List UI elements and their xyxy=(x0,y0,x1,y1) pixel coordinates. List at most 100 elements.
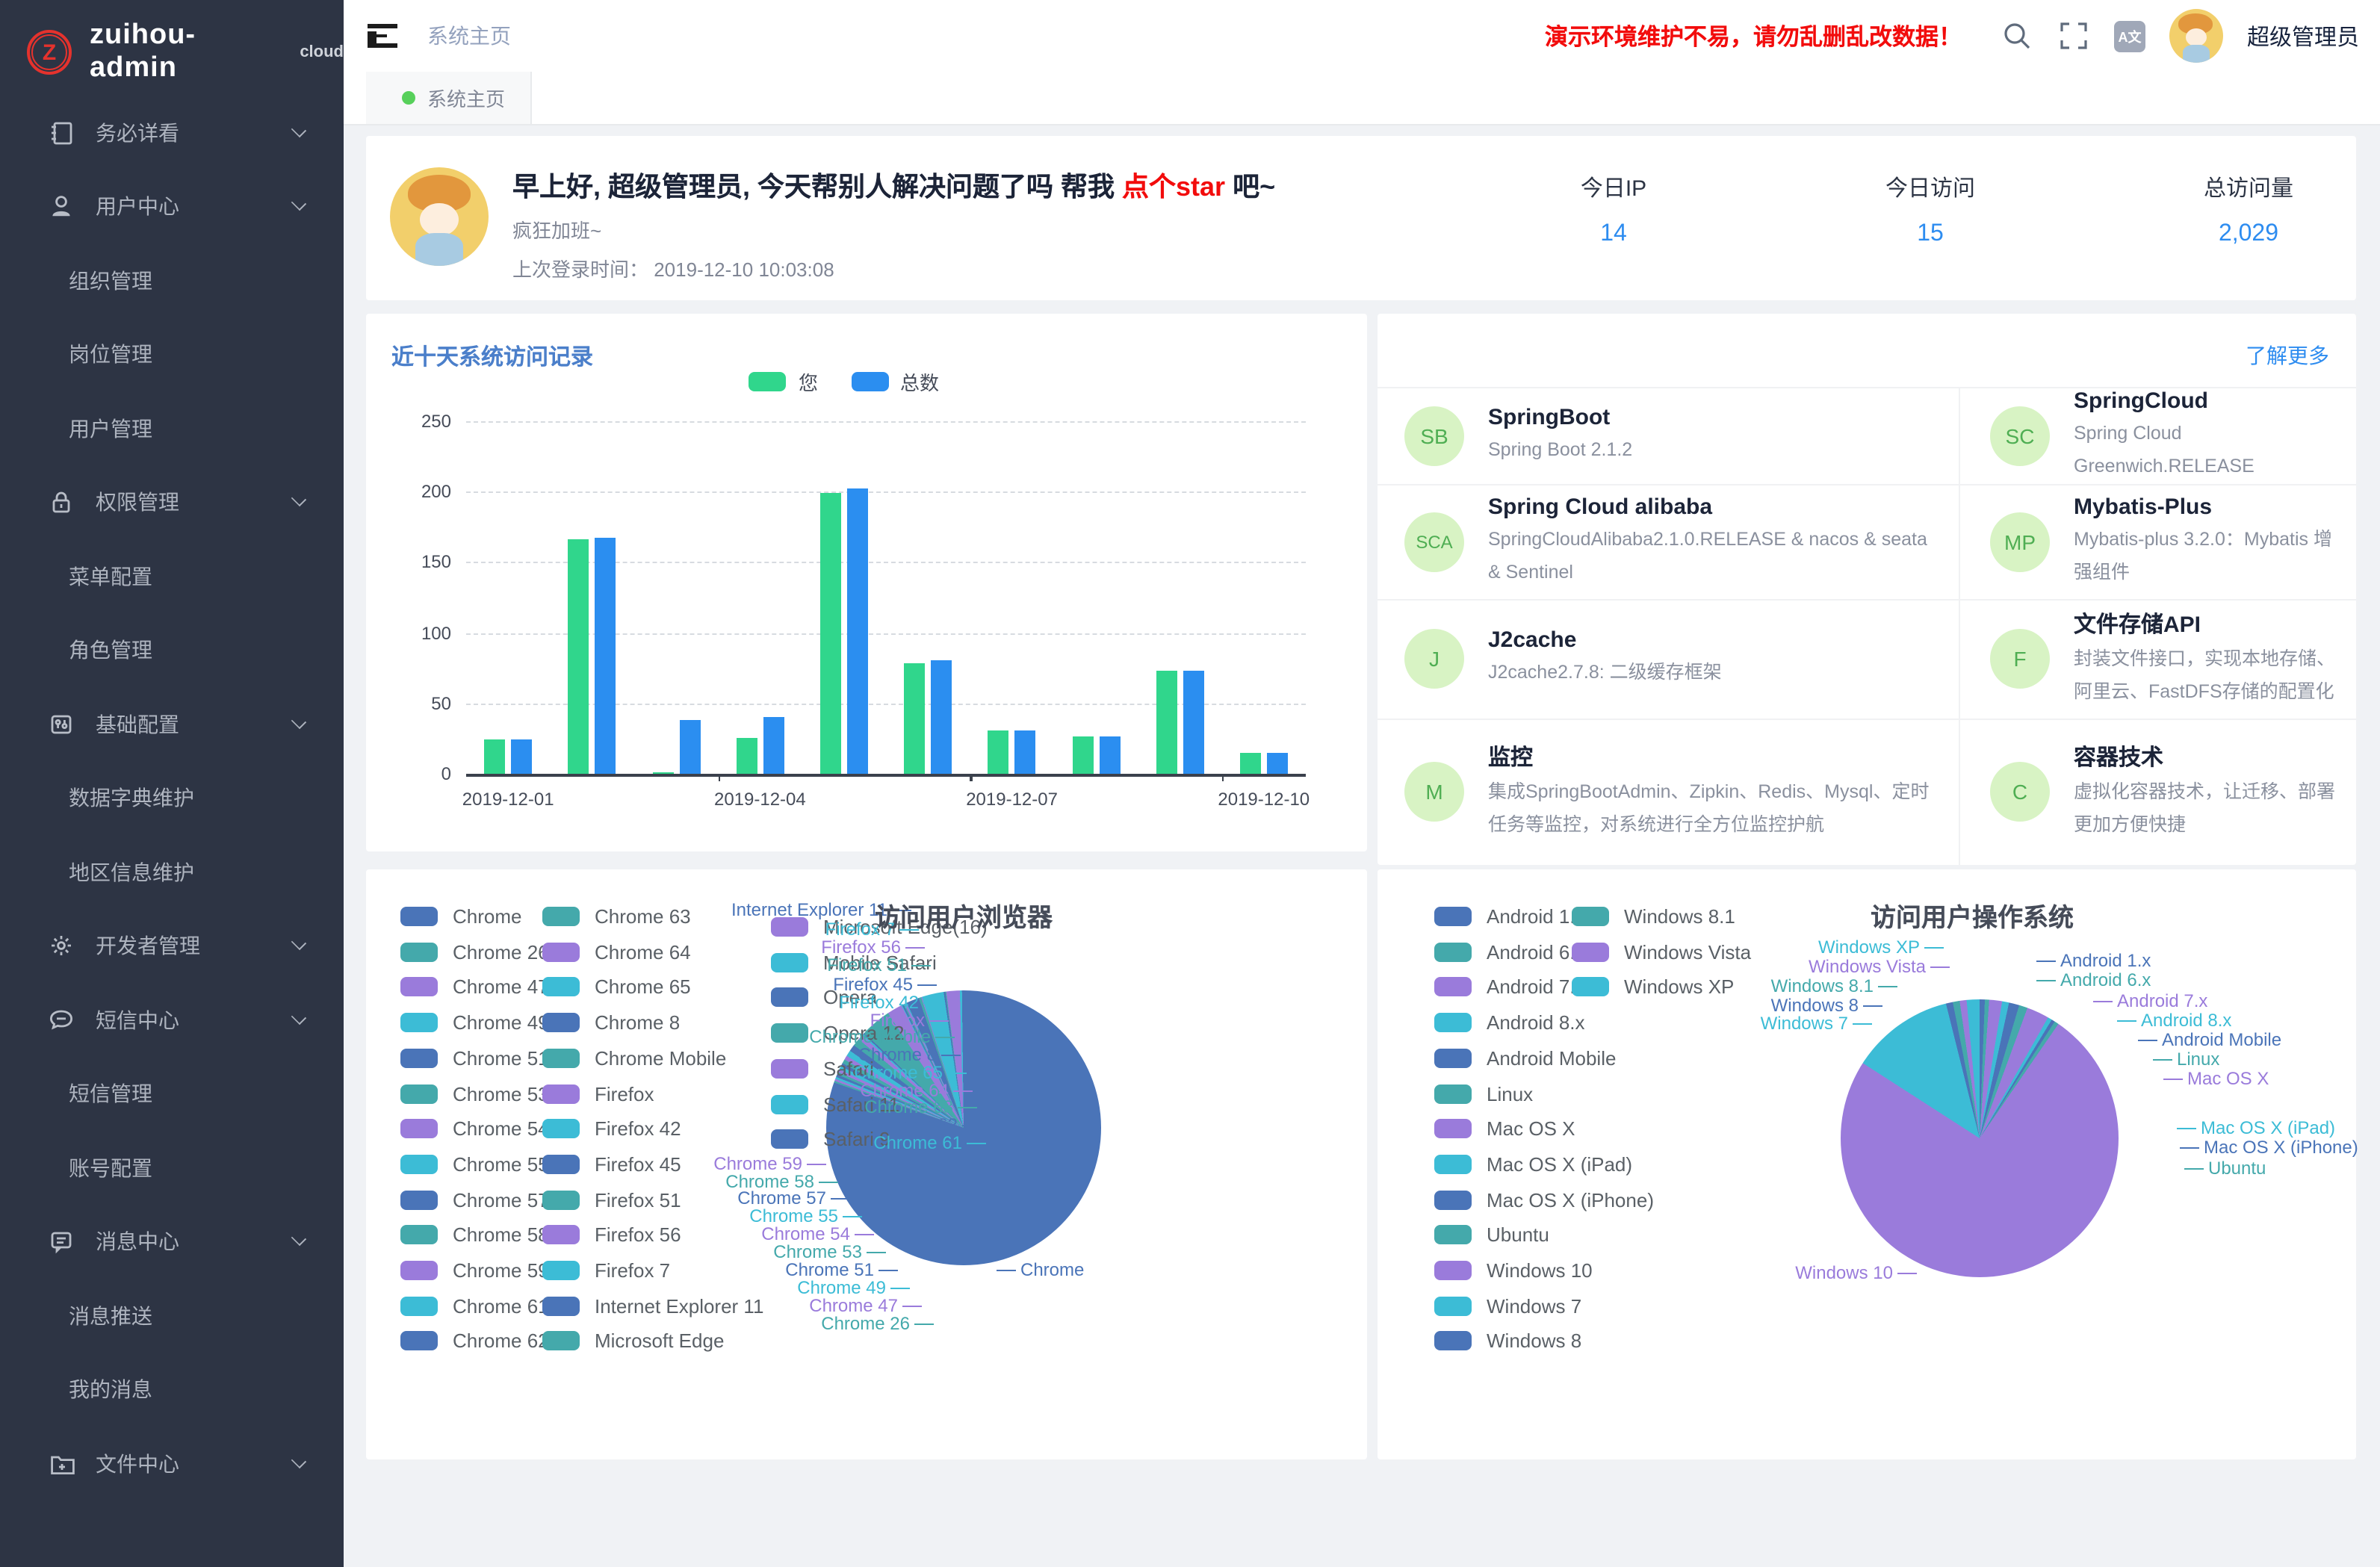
pie-legend-Chrome 26[interactable]: Chrome 26 xyxy=(400,940,549,963)
x-axis-tick-label: 2019-12-01 xyxy=(441,789,575,810)
pie-legend-Firefox 56[interactable]: Firefox 56 xyxy=(542,1224,681,1247)
pie-legend-Windows Vista[interactable]: Windows Vista xyxy=(1572,940,1751,963)
tech-link-abbr: SCA xyxy=(1404,512,1464,572)
sidebar-item-9[interactable]: 数据字典维护 xyxy=(0,761,344,835)
user-avatar[interactable] xyxy=(2169,9,2223,63)
sidebar-item-14[interactable]: 账号配置 xyxy=(0,1131,344,1205)
tech-link-5[interactable]: F文件存储API封装文件接口，实现本地存储、阿里云、FastDFS存储的配置化 xyxy=(1959,599,2356,718)
pie-legend-Linux[interactable]: Linux xyxy=(1434,1082,1533,1105)
tech-link-3[interactable]: MPMybatis-PlusMybatis-plus 3.2.0：Mybatis… xyxy=(1959,483,2356,599)
tech-link-texts: SpringBootSpring Boot 2.1.2 xyxy=(1488,405,1653,468)
pie-legend-Chrome Mobile[interactable]: Chrome Mobile xyxy=(542,1047,726,1070)
stat-0: 今日IP14 xyxy=(1494,136,1733,248)
learn-more-link[interactable]: 了解更多 xyxy=(2246,341,2329,370)
folder-icon xyxy=(48,1450,75,1477)
pie-legend-Chrome 51[interactable]: Chrome 51 xyxy=(400,1047,549,1070)
pie-legend-Firefox 42[interactable]: Firefox 42 xyxy=(542,1117,681,1140)
pie-legend-Android Mobile[interactable]: Android Mobile xyxy=(1434,1047,1616,1070)
pie-legend-Internet Explorer 11[interactable]: Internet Explorer 11 xyxy=(542,1294,763,1317)
pie-legend-Chrome 59[interactable]: Chrome 59 xyxy=(400,1259,549,1282)
pie-legend-Microsoft Edge[interactable]: Microsoft Edge xyxy=(542,1330,724,1353)
pie-legend-Chrome 8[interactable]: Chrome 8 xyxy=(542,1011,680,1034)
logo[interactable]: Z zuihou-admin cloud xyxy=(0,0,344,84)
pie-legend-Windows 8.1[interactable]: Windows 8.1 xyxy=(1572,905,1735,928)
pie-legend-Chrome 63[interactable]: Chrome 63 xyxy=(542,905,691,928)
pie-label-Linux: Linux xyxy=(2148,1049,2219,1070)
pie-legend-Android 8.x[interactable]: Android 8.x xyxy=(1434,1011,1585,1034)
sidebar-item-3[interactable]: 岗位管理 xyxy=(0,317,344,391)
pie-legend-Android 6.x[interactable]: Android 6.x xyxy=(1434,940,1585,963)
pie-legend-Firefox 51[interactable]: Firefox 51 xyxy=(542,1188,681,1211)
sidebar-item-6[interactable]: 菜单配置 xyxy=(0,539,344,613)
star-link[interactable]: 点个star xyxy=(1122,172,1225,202)
logo-text: zuihou-admin xyxy=(90,19,279,85)
pie-legend-Windows XP[interactable]: Windows XP xyxy=(1572,976,1734,999)
sidebar-item-12[interactable]: 短信中心 xyxy=(0,983,344,1057)
pie-legend-Firefox[interactable]: Firefox xyxy=(542,1082,654,1105)
sidebar-item-2[interactable]: 组织管理 xyxy=(0,243,344,317)
sidebar-item-18[interactable]: 文件中心 xyxy=(0,1427,344,1501)
tech-link-7[interactable]: C容器技术虚拟化容器技术，让迁移、部署更加方便快捷 xyxy=(1959,718,2356,865)
menu-fold-icon[interactable] xyxy=(368,24,397,48)
tab-system-home[interactable]: 系统主页 xyxy=(366,72,532,124)
tech-link-0[interactable]: SBSpringBootSpring Boot 2.1.2 xyxy=(1378,387,1959,483)
sidebar-item-5[interactable]: 权限管理 xyxy=(0,465,344,539)
language-icon[interactable]: A文 xyxy=(2114,20,2145,52)
legend-label: Chrome 61 xyxy=(453,1294,549,1317)
sidebar-item-4[interactable]: 用户管理 xyxy=(0,391,344,465)
search-icon[interactable] xyxy=(2001,19,2033,52)
pie-legend-Chrome 54[interactable]: Chrome 54 xyxy=(400,1117,549,1140)
pie-legend-Chrome 55[interactable]: Chrome 55 xyxy=(400,1153,549,1176)
legend-swatch xyxy=(400,1261,438,1280)
pie-legend-Android 1.x[interactable]: Android 1.x xyxy=(1434,905,1585,928)
pie-legend-Windows 8[interactable]: Windows 8 xyxy=(1434,1330,1581,1353)
legend-swatch xyxy=(771,988,808,1008)
tech-links-grid: SBSpringBootSpring Boot 2.1.2SCSpringClo… xyxy=(1378,387,2356,865)
pie-legend-Chrome 57[interactable]: Chrome 57 xyxy=(400,1188,549,1211)
pie-legend-Chrome 53[interactable]: Chrome 53 xyxy=(400,1082,549,1105)
legend-swatch xyxy=(400,942,438,961)
sidebar-item-1[interactable]: 用户中心 xyxy=(0,170,344,243)
pie-legend-Windows 7[interactable]: Windows 7 xyxy=(1434,1294,1581,1317)
sliders-icon xyxy=(48,711,75,738)
tech-link-6[interactable]: M监控集成SpringBootAdmin、Zipkin、Redis、Mysql、… xyxy=(1378,718,1959,865)
legend-label: Android 6.x xyxy=(1487,940,1585,963)
pie-legend-Chrome 62[interactable]: Chrome 62 xyxy=(400,1330,549,1353)
sidebar-item-17[interactable]: 我的消息 xyxy=(0,1353,344,1427)
bar-legend-item-0[interactable]: 您 xyxy=(749,367,818,396)
pie-legend-Chrome 61[interactable]: Chrome 61 xyxy=(400,1294,549,1317)
pie-legend-Chrome 47[interactable]: Chrome 47 xyxy=(400,976,549,999)
legend-label: Chrome 59 xyxy=(453,1259,549,1282)
last-login-time: 上次登录时间： 2019-12-10 10:03:08 xyxy=(512,254,834,282)
pie-legend-Firefox 7[interactable]: Firefox 7 xyxy=(542,1259,670,1282)
pie-legend-Ubuntu[interactable]: Ubuntu xyxy=(1434,1224,1549,1247)
legend-swatch xyxy=(542,1013,580,1032)
pie-legend-Mac OS X (iPhone)[interactable]: Mac OS X (iPhone) xyxy=(1434,1188,1654,1211)
sidebar-item-0[interactable]: 务必详看 xyxy=(0,96,344,170)
pie-legend-Android 7.x[interactable]: Android 7.x xyxy=(1434,976,1585,999)
sidebar-item-11[interactable]: 开发者管理 xyxy=(0,909,344,983)
tech-link-1[interactable]: SCSpringCloudSpring Cloud Greenwich.RELE… xyxy=(1959,387,2356,483)
bar-legend-item-1[interactable]: 总数 xyxy=(851,367,939,396)
sidebar-item-7[interactable]: 角色管理 xyxy=(0,613,344,687)
username[interactable]: 超级管理员 xyxy=(2247,20,2359,52)
pie-legend-Chrome[interactable]: Chrome xyxy=(400,905,522,928)
pie-legend-Windows 10[interactable]: Windows 10 xyxy=(1434,1259,1593,1282)
pie-legend-Firefox 45[interactable]: Firefox 45 xyxy=(542,1153,681,1176)
pie-legend-Mac OS X (iPad)[interactable]: Mac OS X (iPad) xyxy=(1434,1153,1632,1176)
fullscreen-icon[interactable] xyxy=(2057,19,2090,52)
greeting-title: 早上好, 超级管理员, 今天帮别人解决问题了吗 帮我 点个star 吧~ xyxy=(512,166,1275,205)
pie-legend-Chrome 58[interactable]: Chrome 58 xyxy=(400,1224,549,1247)
sidebar-item-15[interactable]: 消息中心 xyxy=(0,1205,344,1279)
sidebar-item-10[interactable]: 地区信息维护 xyxy=(0,835,344,909)
pie-legend-Chrome 64[interactable]: Chrome 64 xyxy=(542,940,691,963)
pie-legend-Chrome 49[interactable]: Chrome 49 xyxy=(400,1011,549,1034)
pie-legend-Mac OS X[interactable]: Mac OS X xyxy=(1434,1117,1575,1140)
pie-legend-Chrome 65[interactable]: Chrome 65 xyxy=(542,976,691,999)
legend-label: Chrome 63 xyxy=(595,905,691,928)
tech-link-4[interactable]: JJ2cacheJ2cache2.7.8: 二级缓存框架 xyxy=(1378,599,1959,718)
sidebar-item-16[interactable]: 消息推送 xyxy=(0,1279,344,1353)
sidebar-item-8[interactable]: 基础配置 xyxy=(0,687,344,761)
sidebar-item-13[interactable]: 短信管理 xyxy=(0,1057,344,1131)
tech-link-2[interactable]: SCASpring Cloud alibabaSpringCloudAlibab… xyxy=(1378,483,1959,599)
